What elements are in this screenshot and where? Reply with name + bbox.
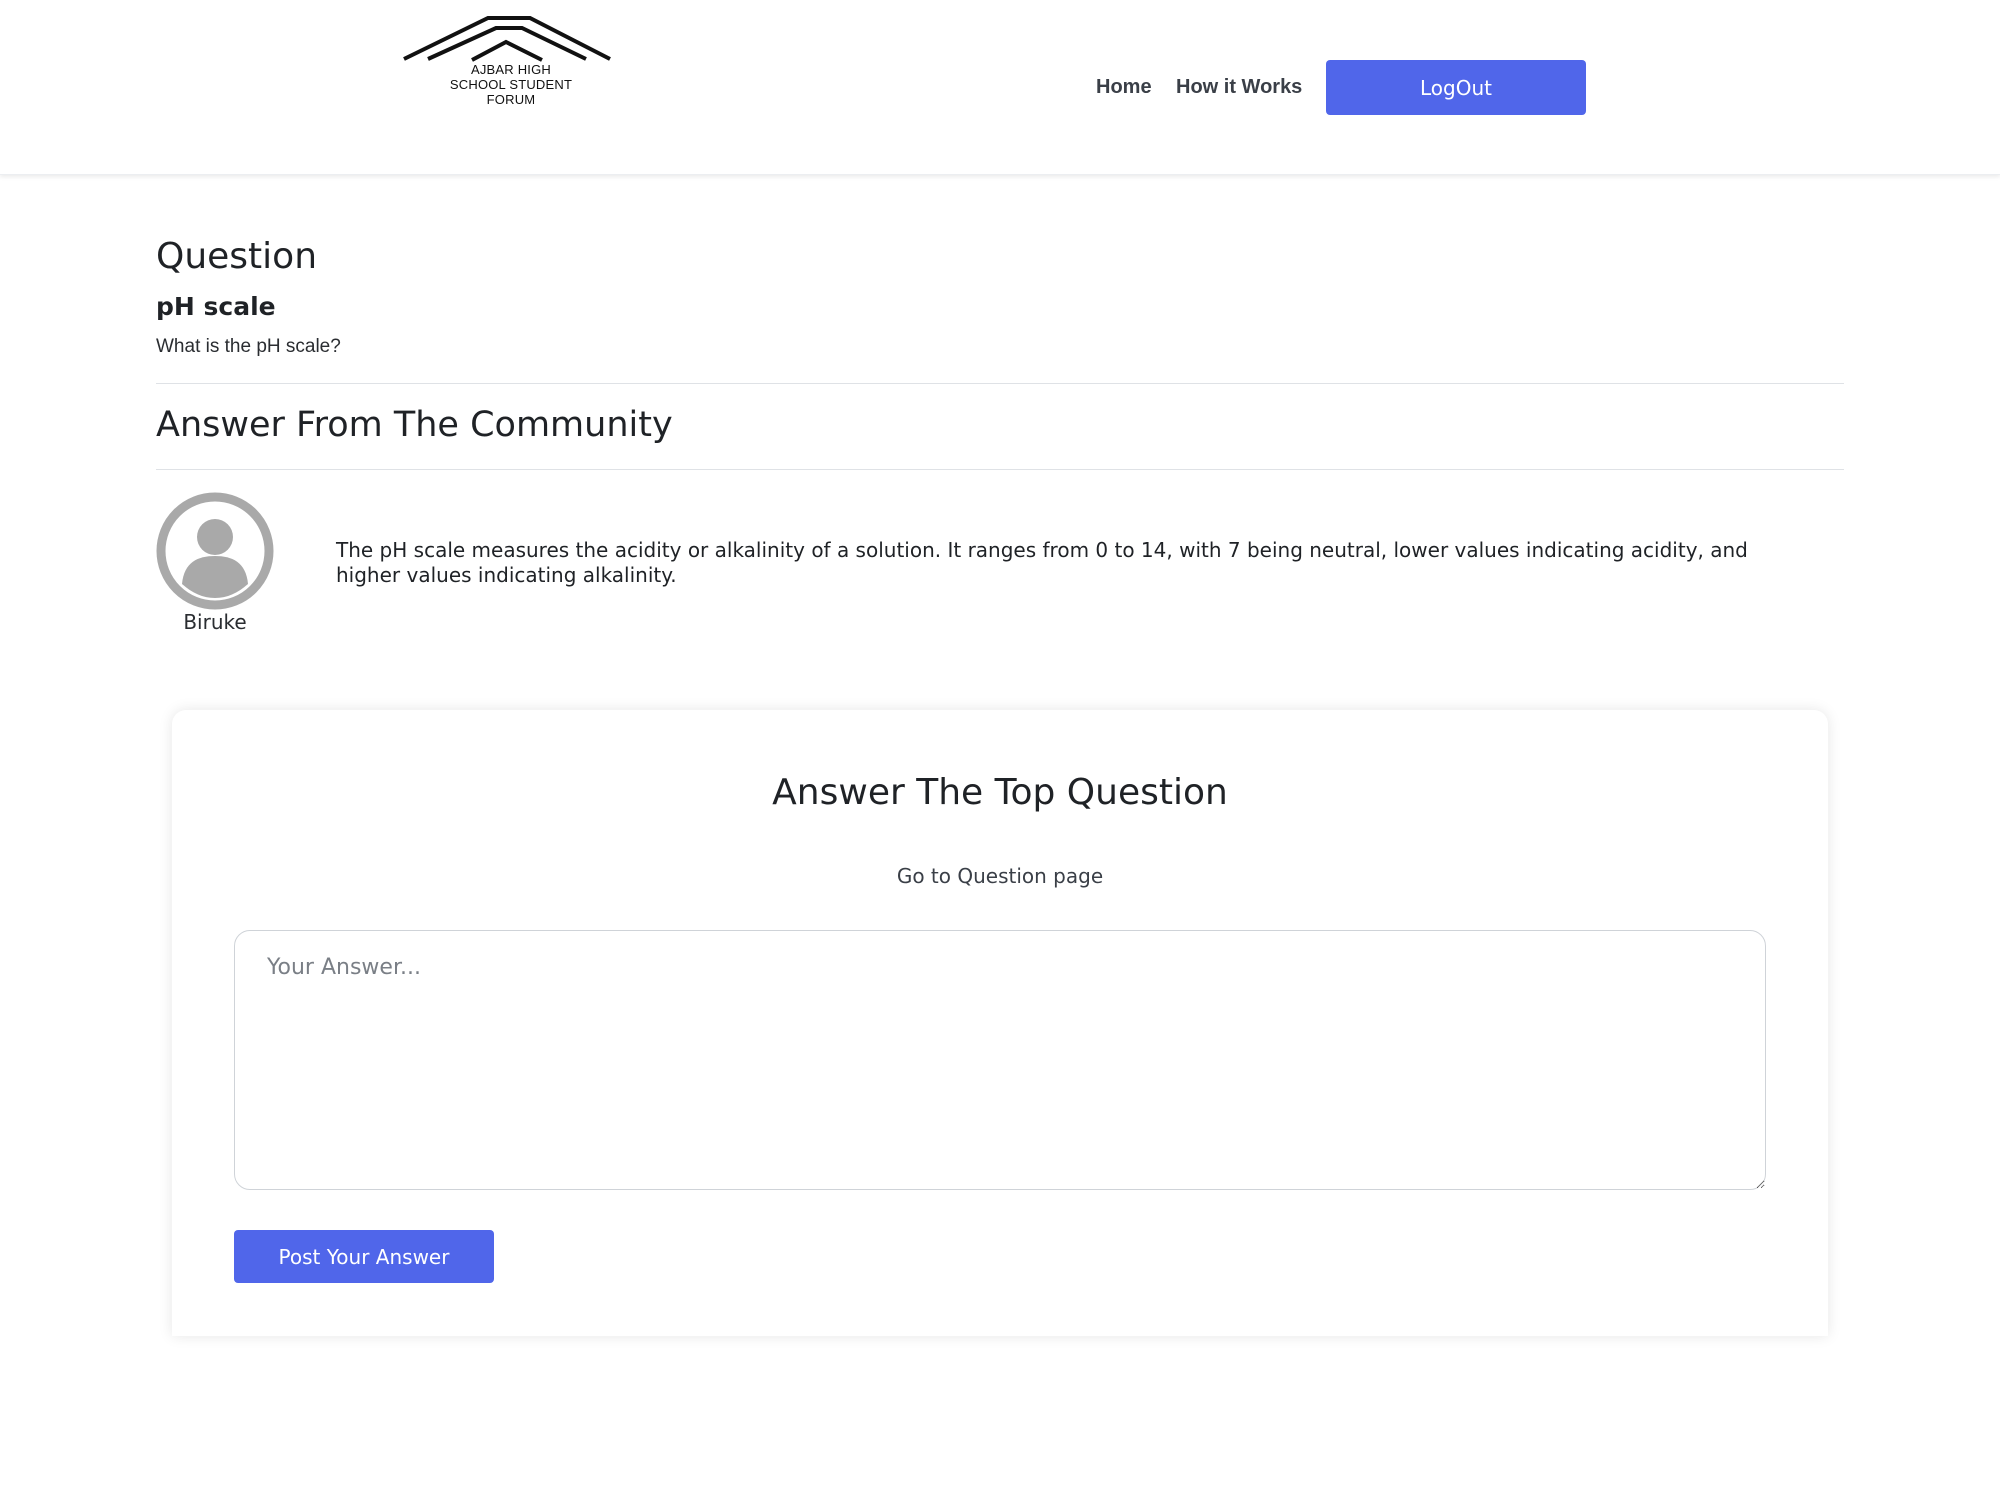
site-logo[interactable]: AJBAR HIGH SCHOOL STUDENT FORUM: [400, 14, 612, 114]
answer-form-title: Answer The Top Question: [772, 772, 1228, 813]
logo-line: FORUM: [486, 92, 536, 107]
logo-line: AJBAR HIGH: [470, 62, 551, 77]
question-section-heading: Question: [156, 236, 318, 277]
answer-form-card: Answer The Top Question Go to Question p…: [172, 710, 1828, 1336]
divider: [156, 383, 1844, 384]
question-body: What is the pH scale?: [156, 336, 341, 357]
nav-home-link[interactable]: Home: [1096, 60, 1152, 115]
answer-author: Biruke: [183, 610, 247, 634]
logout-button[interactable]: LogOut: [1326, 60, 1586, 115]
question-page-link[interactable]: Go to Question page: [172, 864, 1828, 888]
post-answer-button[interactable]: Post Your Answer: [234, 1230, 494, 1283]
answer-textarea[interactable]: [234, 930, 1766, 1190]
answer-text: The pH scale measures the acidity or alk…: [336, 538, 1748, 587]
site-header: AJBAR HIGH SCHOOL STUDENT FORUM Home How…: [0, 0, 2000, 175]
answers-section-heading: Answer From The Community: [156, 405, 673, 445]
logo-line: SCHOOL STUDENT: [449, 77, 573, 92]
question-title: pH scale: [156, 292, 276, 321]
divider: [156, 469, 1844, 470]
user-avatar-icon: [156, 492, 274, 610]
nav-how-it-works-link[interactable]: How it Works: [1176, 60, 1302, 115]
logo-text: AJBAR HIGH SCHOOL STUDENT FORUM: [430, 62, 592, 107]
